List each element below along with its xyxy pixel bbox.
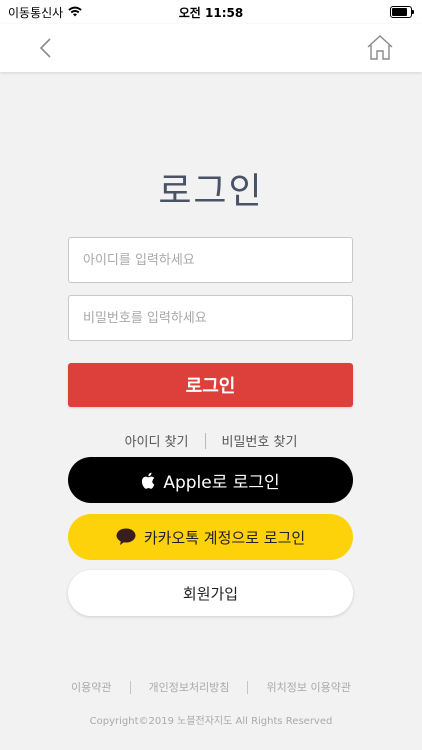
battery-level bbox=[392, 8, 408, 16]
apple-login-label: Apple로 로그인 bbox=[163, 472, 280, 493]
signup-button[interactable]: 회원가입 bbox=[68, 570, 353, 616]
status-bar: 이동통신사 오전 11:58 bbox=[0, 0, 422, 24]
footer-links: 이용약관 개인정보처리방침 위치정보 이용약관 bbox=[0, 679, 422, 695]
home-icon bbox=[367, 35, 393, 60]
find-account-links: 아이디 찾기 비밀번호 찾기 bbox=[0, 431, 422, 450]
apple-login-button[interactable]: Apple로 로그인 bbox=[68, 457, 353, 503]
password-input[interactable] bbox=[68, 295, 353, 341]
find-id-link[interactable]: 아이디 찾기 bbox=[125, 431, 189, 450]
divider bbox=[204, 432, 206, 449]
speech-bubble-icon bbox=[116, 528, 136, 546]
page-title: 로그인 bbox=[158, 171, 264, 212]
find-password-link[interactable]: 비밀번호 찾기 bbox=[222, 431, 298, 450]
nav-bar bbox=[0, 24, 422, 72]
copyright: Copyright©2019 노블전자지도 All Rights Reserve… bbox=[89, 716, 333, 727]
back-button[interactable] bbox=[30, 32, 62, 64]
apple-logo-icon bbox=[141, 472, 155, 489]
terms-link[interactable]: 이용약관 bbox=[71, 679, 111, 695]
home-button[interactable] bbox=[364, 32, 396, 64]
kakao-login-label: 카카오톡 계정으로 로그인 bbox=[143, 528, 306, 547]
location-terms-link[interactable]: 위치정보 이용약관 bbox=[266, 679, 350, 695]
privacy-policy-link[interactable]: 개인정보처리방침 bbox=[149, 679, 230, 695]
status-time: 오전 11:58 bbox=[178, 6, 244, 20]
divider bbox=[247, 680, 249, 694]
id-input[interactable] bbox=[68, 237, 353, 283]
login-button[interactable]: 로그인 bbox=[68, 363, 353, 407]
divider bbox=[129, 680, 131, 694]
signup-label: 회원가입 bbox=[182, 584, 239, 603]
kakao-login-button[interactable]: 카카오톡 계정으로 로그인 bbox=[68, 514, 353, 560]
battery-icon bbox=[390, 6, 414, 18]
chevron-left-icon bbox=[39, 38, 51, 58]
